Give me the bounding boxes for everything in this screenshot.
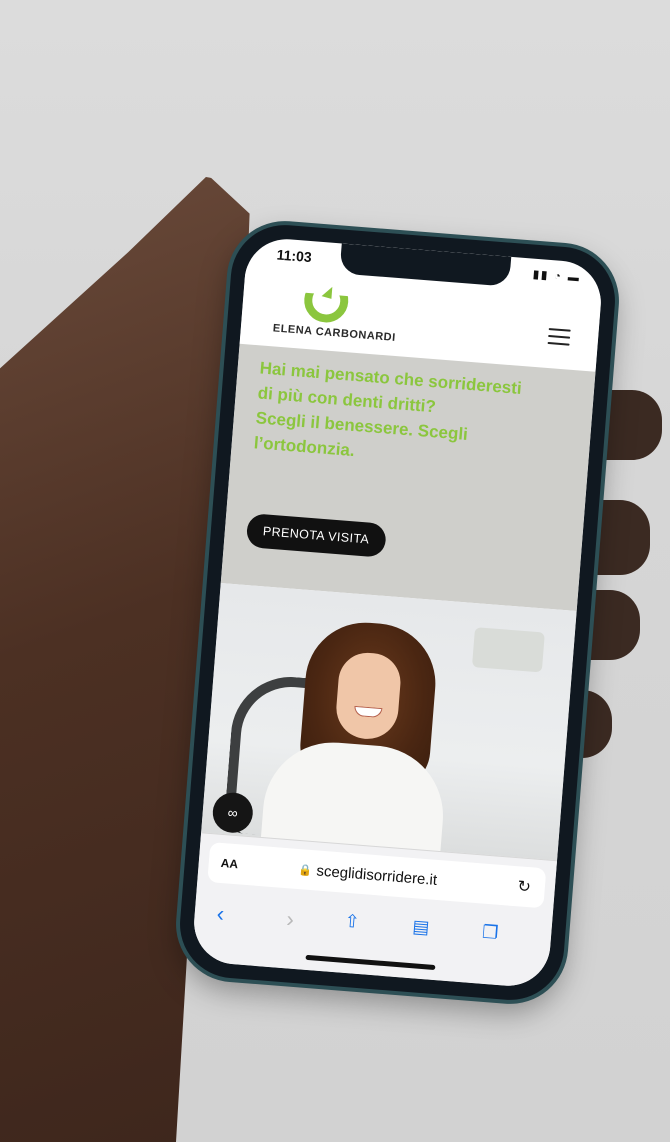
hero-photo: ∞ xyxy=(200,583,577,873)
browser-chrome: AA 🔒 sceglidisorridere.it ↻ ‹ › ⇧ ▤ ❐ xyxy=(191,832,558,989)
dental-lamp xyxy=(471,627,545,673)
status-icons: ▮▮ ◔ ▬ xyxy=(533,268,582,285)
share-icon[interactable]: ⇧ xyxy=(344,911,361,933)
signal-icon: ▮▮ xyxy=(532,268,550,282)
scene: 11:03 ▮▮ ◔ ▬ ELENA CARBONARDI Hai mai pe… xyxy=(0,0,670,1142)
phone: 11:03 ▮▮ ◔ ▬ ELENA CARBONARDI Hai mai pe… xyxy=(175,221,620,1004)
bookmarks-icon[interactable]: ▤ xyxy=(412,916,431,938)
url-text[interactable]: sceglidisorridere.it xyxy=(316,862,438,888)
book-visit-button[interactable]: PRENOTA VISITA xyxy=(245,512,387,558)
logo-icon[interactable] xyxy=(302,274,352,324)
menu-line xyxy=(548,327,571,332)
reload-icon[interactable]: ↻ xyxy=(517,876,532,897)
menu-button[interactable] xyxy=(547,327,571,346)
tabs-icon[interactable]: ❐ xyxy=(481,922,499,944)
forward-icon[interactable]: › xyxy=(286,906,295,932)
wifi-icon: ◔ xyxy=(553,270,564,283)
hero-section: Hai mai pensato che sorrideresti di più … xyxy=(220,343,596,612)
battery-icon: ▬ xyxy=(567,271,582,285)
text-size-button[interactable]: AA xyxy=(220,856,238,871)
hero-headline: Hai mai pensato che sorrideresti di più … xyxy=(253,355,560,478)
lock-icon: 🔒 xyxy=(298,863,313,877)
brand-name: ELENA CARBONARDI xyxy=(272,322,397,344)
phone-screen: 11:03 ▮▮ ◔ ▬ ELENA CARBONARDI Hai mai pe… xyxy=(191,236,604,989)
back-icon[interactable]: ‹ xyxy=(216,901,225,927)
status-time: 11:03 xyxy=(276,246,313,266)
menu-line xyxy=(547,341,570,346)
menu-line xyxy=(548,334,571,339)
home-indicator[interactable] xyxy=(304,954,435,971)
